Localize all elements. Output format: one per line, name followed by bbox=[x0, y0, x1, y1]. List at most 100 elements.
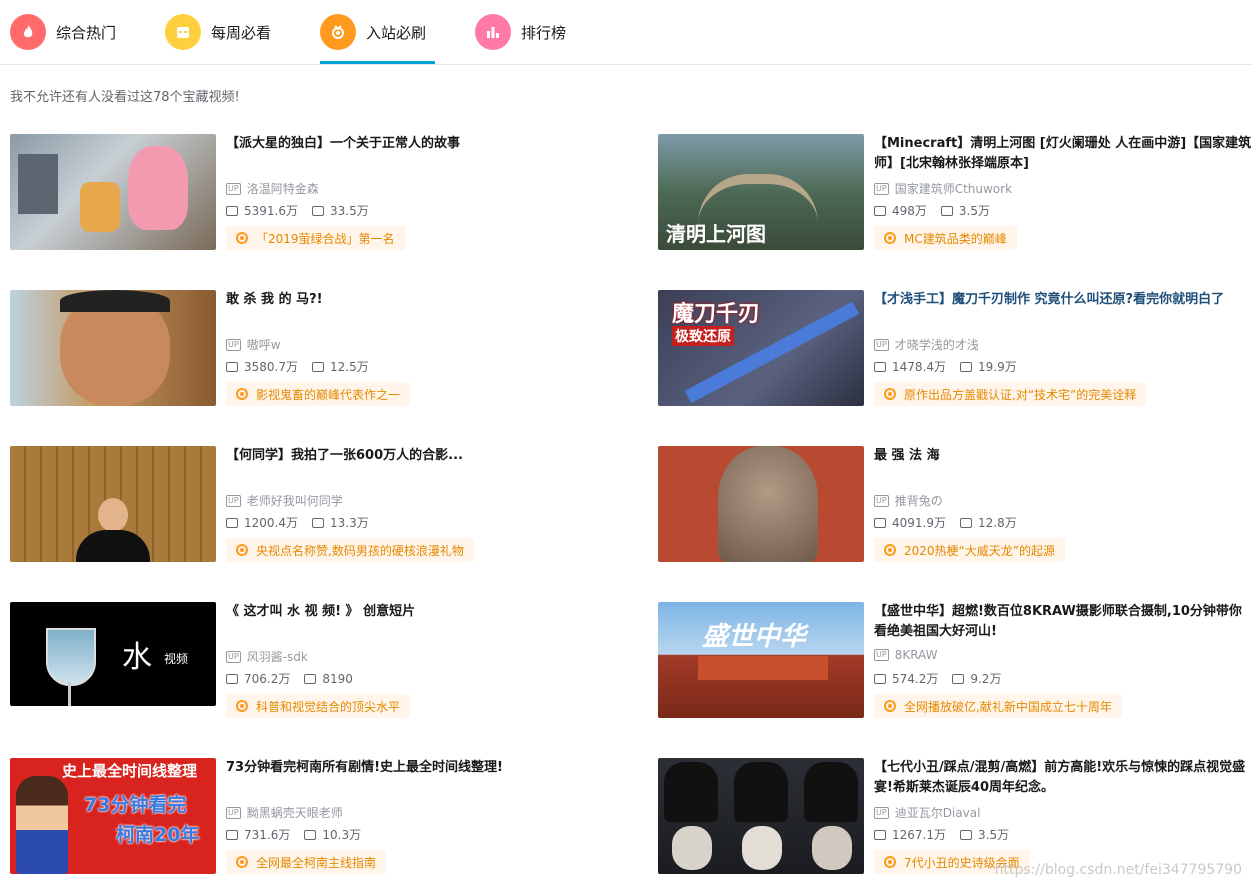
video-author[interactable]: UP才晓学浅的才浅 bbox=[874, 336, 979, 353]
danmaku-icon bbox=[941, 206, 953, 216]
medal-icon bbox=[884, 232, 896, 244]
video-author[interactable]: UP黝黑蜗壳天眼老师 bbox=[226, 804, 343, 821]
ranking-icon bbox=[475, 14, 511, 50]
play-count-icon bbox=[226, 206, 238, 216]
recommend-reason: 2020热梗“大威天龙”的起源 bbox=[874, 538, 1065, 562]
tab-weekly-label: 每周必看 bbox=[211, 22, 271, 43]
author-name: 国家建筑师Cthuwork bbox=[895, 180, 1012, 197]
reason-text: 「2019萤绿合战」第一名 bbox=[256, 230, 395, 247]
tab-hot[interactable]: 综合热门 bbox=[10, 0, 116, 64]
video-thumbnail[interactable]: 水 视频 bbox=[10, 602, 216, 706]
medal-icon bbox=[236, 388, 248, 400]
video-card[interactable]: 敢 杀 我 的 马?! UP嗷呼w 3580.7万 12.5万 影视鬼畜的巅峰代… bbox=[10, 290, 610, 410]
medal-icon bbox=[884, 388, 896, 400]
video-stats: 1478.4万 19.9万 bbox=[874, 358, 1031, 375]
video-title[interactable]: 【Minecraft】清明上河图 [灯火阑珊处 人在画中游]【国家建筑师】[北宋… bbox=[874, 134, 1252, 174]
video-thumbnail[interactable] bbox=[10, 134, 216, 250]
video-author[interactable]: UP国家建筑师Cthuwork bbox=[874, 180, 1012, 197]
video-card[interactable]: 【七代小丑/踩点/混剪/高燃】前方高能!欢乐与惊悚的踩点视觉盛宴!希斯莱杰诞辰4… bbox=[658, 758, 1252, 878]
up-icon: UP bbox=[226, 807, 241, 819]
video-thumbnail[interactable]: 史上最全时间线整理 73分钟看完 柯南20年 bbox=[10, 758, 216, 874]
video-card[interactable]: 【派大星的独白】一个关于正常人的故事 UP洛温阿特金森 5391.6万 33.5… bbox=[10, 134, 610, 254]
video-card[interactable]: 魔刀千刃 极致还原 【才浅手工】魔刀千刃制作 究竟什么叫还原?看完你就明白了 U… bbox=[658, 290, 1252, 410]
play-count: 1267.1万 bbox=[892, 826, 946, 843]
play-count: 706.2万 bbox=[244, 670, 290, 687]
danmaku-count: 33.5万 bbox=[330, 202, 369, 219]
flame-icon bbox=[10, 14, 46, 50]
danmaku-count: 12.8万 bbox=[978, 514, 1017, 531]
recommend-reason: 全网播放破亿,献礼新中国成立七十周年 bbox=[874, 694, 1122, 718]
active-tab-indicator bbox=[320, 61, 435, 64]
video-title[interactable]: 【盛世中华】超燃!数百位8KRAW摄影师联合摄制,10分钟带你看绝美祖国大好河山… bbox=[874, 602, 1252, 642]
video-title[interactable]: 《 这才叫 水 视 频! 》 创意短片 bbox=[226, 602, 606, 622]
play-count: 5391.6万 bbox=[244, 202, 298, 219]
reason-text: 2020热梗“大威天龙”的起源 bbox=[904, 542, 1055, 559]
medal-icon bbox=[884, 700, 896, 712]
video-author[interactable]: UP老师好我叫何同学 bbox=[226, 492, 343, 509]
video-thumbnail[interactable]: 盛世中华 bbox=[658, 602, 864, 718]
reason-text: 科普和视觉结合的顶尖水平 bbox=[256, 698, 400, 715]
play-count: 3580.7万 bbox=[244, 358, 298, 375]
video-card[interactable]: 水 视频 《 这才叫 水 视 频! 》 创意短片 UP风羽酱-sdk 706.2… bbox=[10, 602, 610, 722]
video-thumbnail[interactable] bbox=[10, 290, 216, 406]
play-count: 4091.9万 bbox=[892, 514, 946, 531]
play-count-icon bbox=[226, 518, 238, 528]
danmaku-icon bbox=[312, 518, 324, 528]
video-author[interactable]: UP推背兔の bbox=[874, 492, 943, 509]
danmaku-count: 9.2万 bbox=[970, 670, 1001, 687]
danmaku-count: 10.3万 bbox=[322, 826, 361, 843]
video-card[interactable]: 最 强 法 海 UP推背兔の 4091.9万 12.8万 2020热梗“大威天龙… bbox=[658, 446, 1252, 566]
thumbnail-caption: 盛世中华 bbox=[702, 616, 806, 653]
danmaku-count: 19.9万 bbox=[978, 358, 1017, 375]
author-name: 洛温阿特金森 bbox=[247, 180, 319, 197]
tab-ranking[interactable]: 排行榜 bbox=[475, 0, 566, 64]
video-card[interactable]: 【何同学】我拍了一张600万人的合影... UP老师好我叫何同学 1200.4万… bbox=[10, 446, 610, 566]
danmaku-count: 3.5万 bbox=[959, 202, 990, 219]
play-count-icon bbox=[226, 362, 238, 372]
video-card[interactable]: 史上最全时间线整理 73分钟看完 柯南20年 73分钟看完柯南所有剧情!史上最全… bbox=[10, 758, 610, 878]
video-thumbnail[interactable]: 清明上河图 bbox=[658, 134, 864, 250]
video-card[interactable]: 清明上河图 【Minecraft】清明上河图 [灯火阑珊处 人在画中游]【国家建… bbox=[658, 134, 1252, 254]
tab-must-watch-label: 入站必刷 bbox=[366, 22, 426, 43]
calendar-icon bbox=[165, 14, 201, 50]
page-subtitle: 我不允许还有人没看过这78个宝藏视频! bbox=[10, 86, 240, 105]
tab-must-watch[interactable]: 入站必刷 bbox=[320, 0, 426, 64]
play-count-icon bbox=[874, 674, 886, 684]
video-title[interactable]: 敢 杀 我 的 马?! bbox=[226, 290, 606, 310]
video-author[interactable]: UP洛温阿特金森 bbox=[226, 180, 319, 197]
author-name: 嗷呼w bbox=[247, 336, 281, 353]
watermark: https://blog.csdn.net/fei347795790 bbox=[995, 862, 1242, 878]
danmaku-count: 8190 bbox=[322, 672, 353, 686]
danmaku-icon bbox=[952, 674, 964, 684]
video-title[interactable]: 【七代小丑/踩点/混剪/高燃】前方高能!欢乐与惊悚的踩点视觉盛宴!希斯莱杰诞辰4… bbox=[874, 758, 1252, 798]
video-title[interactable]: 【才浅手工】魔刀千刃制作 究竟什么叫还原?看完你就明白了 bbox=[874, 290, 1252, 310]
video-stats: 4091.9万 12.8万 bbox=[874, 514, 1031, 531]
author-name: 迪亚瓦尔Diaval bbox=[895, 804, 981, 821]
video-stats: 574.2万 9.2万 bbox=[874, 670, 1015, 687]
medal-icon bbox=[236, 856, 248, 868]
video-author[interactable]: UP迪亚瓦尔Diaval bbox=[874, 804, 980, 821]
tab-ranking-label: 排行榜 bbox=[521, 22, 566, 43]
video-author[interactable]: UP嗷呼w bbox=[226, 336, 281, 353]
medal-icon bbox=[236, 544, 248, 556]
danmaku-icon bbox=[960, 362, 972, 372]
video-author[interactable]: UP风羽酱-sdk bbox=[226, 648, 308, 665]
video-title[interactable]: 73分钟看完柯南所有剧情!史上最全时间线整理! bbox=[226, 758, 606, 778]
medal-icon bbox=[320, 14, 356, 50]
video-thumbnail[interactable]: 魔刀千刃 极致还原 bbox=[658, 290, 864, 406]
play-count-icon bbox=[226, 674, 238, 684]
play-count-icon bbox=[874, 518, 886, 528]
recommend-reason: 影视鬼畜的巅峰代表作之一 bbox=[226, 382, 410, 406]
video-title[interactable]: 【派大星的独白】一个关于正常人的故事 bbox=[226, 134, 606, 154]
recommend-reason: 「2019萤绿合战」第一名 bbox=[226, 226, 405, 250]
danmaku-count: 3.5万 bbox=[978, 826, 1009, 843]
video-author[interactable]: UP8KRAW bbox=[874, 648, 937, 662]
video-title[interactable]: 最 强 法 海 bbox=[874, 446, 1252, 466]
video-title[interactable]: 【何同学】我拍了一张600万人的合影... bbox=[226, 446, 606, 466]
video-thumbnail[interactable] bbox=[658, 446, 864, 562]
video-thumbnail[interactable] bbox=[10, 446, 216, 562]
tab-weekly[interactable]: 每周必看 bbox=[165, 0, 271, 64]
video-thumbnail[interactable] bbox=[658, 758, 864, 874]
video-stats: 731.6万 10.3万 bbox=[226, 826, 375, 843]
video-card[interactable]: 盛世中华 【盛世中华】超燃!数百位8KRAW摄影师联合摄制,10分钟带你看绝美祖… bbox=[658, 602, 1252, 722]
